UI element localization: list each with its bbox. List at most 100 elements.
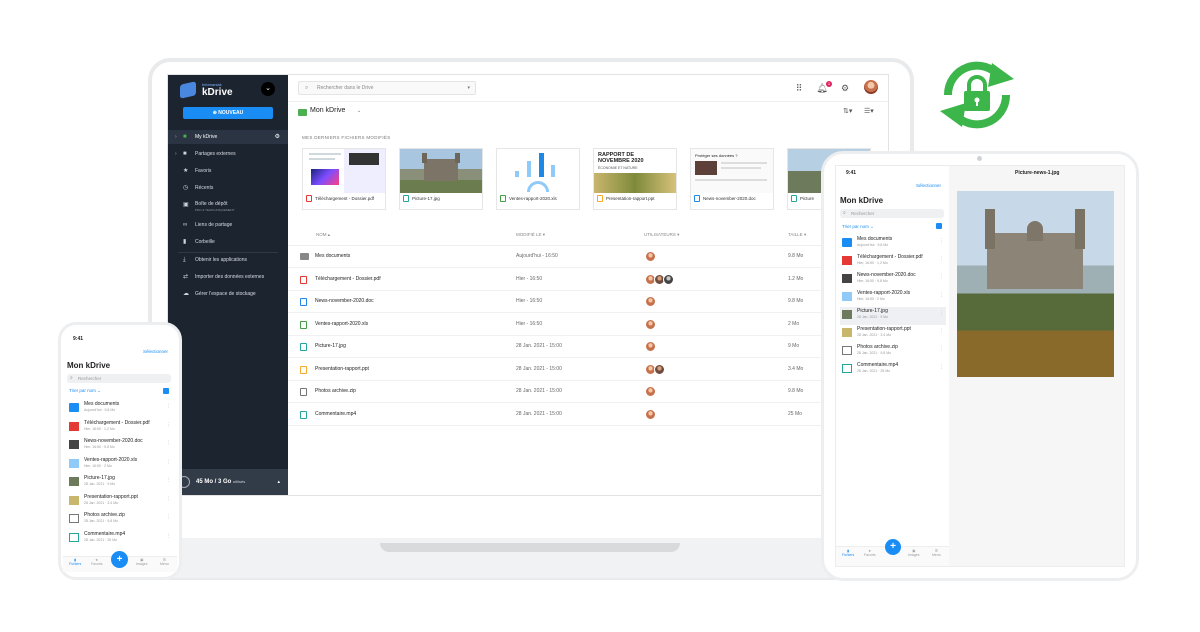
sidebar-item-dropbox[interactable]: ▣ Boîte de dépôt PRO & TEAM UNIQUEMENT (168, 198, 288, 215)
more-options-icon[interactable]: ⋮ (939, 346, 944, 352)
sidebar-item-trash[interactable]: ▮ Corbeille (168, 235, 288, 249)
list-item[interactable]: Ventes-rapport-2020.xls Hier, 16:50 · 2 M… (840, 289, 946, 307)
file-name[interactable]: Téléchargement - Dossier.pdf (315, 276, 381, 282)
grid-view-icon[interactable] (163, 388, 169, 394)
sort-icon[interactable]: ⇅▾ (843, 107, 852, 115)
search-input[interactable]: ⌕ Rechercher dans le Drive ▾ (298, 81, 476, 95)
sidebar-item-share-links[interactable]: ∞ Liens de partage (168, 218, 288, 232)
tab-files[interactable]: ▮ Fichiers (69, 558, 81, 566)
table-row[interactable]: Ventes-rapport-2020.xls Hier - 16:50 2 Mo (288, 314, 888, 336)
desktop-app: Infomaniak kDrive ⌄ ⊕ NOUVEAU › ■ My kDr… (168, 75, 888, 495)
more-options-icon[interactable]: ⋮ (939, 310, 944, 316)
table-row[interactable]: Téléchargement - Dossier.pdf Hier - 16:50… (288, 269, 888, 291)
list-item[interactable]: Téléchargement - Dossier.pdf Hier, 16:50 … (67, 419, 173, 437)
file-name[interactable]: News-november-2020.doc (315, 298, 374, 304)
column-header-size[interactable]: TAILLE ▾ (788, 232, 806, 238)
tab-files[interactable]: ▮ Fichiers (842, 549, 854, 557)
search-input[interactable]: ⌕ Rechercher (840, 209, 944, 218)
more-options-icon[interactable]: ⋮ (939, 364, 944, 370)
list-item[interactable]: Téléchargement - Dossier.pdf Hier, 16:50 … (840, 253, 946, 271)
tab-images[interactable]: ▣ Images (908, 549, 919, 557)
sidebar-item-recent[interactable]: ◷ Récents (168, 181, 288, 195)
more-options-icon[interactable]: ⋮ (166, 459, 171, 465)
search-input[interactable]: ⌕ Rechercher (67, 374, 171, 383)
photo-preview[interactable] (957, 191, 1114, 377)
sidebar-item-import[interactable]: ⇄ Importer des données externes (168, 270, 288, 284)
file-name[interactable]: Presentation-rapport.ppt (315, 366, 369, 372)
sidebar-item-get-apps[interactable]: ⤓ Obtenir les applications (168, 253, 288, 267)
sidebar-item-external-shares[interactable]: › ■ Partages externes (168, 147, 288, 161)
file-name[interactable]: Photos archive.zip (315, 388, 356, 394)
recent-card[interactable]: Protéger ses données ? News-november-202… (690, 148, 774, 210)
drive-switch-button[interactable]: ⌄ (261, 82, 275, 96)
column-header-name[interactable]: NOM ▴ (316, 232, 330, 238)
recent-card[interactable]: RAPPORT DE NOVEMBRE 2020 ÉCONOMIE ET NAT… (593, 148, 677, 210)
more-options-icon[interactable]: ⋮ (939, 238, 944, 244)
more-options-icon[interactable]: ⋮ (166, 533, 171, 539)
tab-favorites[interactable]: ★ Favoris (91, 558, 102, 566)
more-options-icon[interactable]: ⋮ (939, 328, 944, 334)
list-item[interactable]: Commentaire.mp4 28 Jan. 2021 · 25 Mo ⋮ (67, 530, 173, 548)
table-row[interactable]: Photos archive.zip 28 Jan. 2021 - 15:00 9.… (288, 381, 888, 403)
tab-favorites[interactable]: ★ Favoris (864, 549, 875, 557)
gear-icon[interactable]: ⚙ (839, 82, 851, 94)
list-item[interactable]: News-november-2020.doc Hier, 16:50 · 9,8 … (840, 271, 946, 289)
breadcrumb-title[interactable]: Mon kDrive (310, 107, 345, 114)
storage-indicator[interactable]: 45 Mo / 3 Go utilisés ▴ (168, 469, 288, 495)
recent-card[interactable]: Ventes-rapport-2020.xls (496, 148, 580, 210)
sidebar-item-my-kdrive[interactable]: › ■ My kDrive ⚙ (168, 130, 288, 144)
tab-menu[interactable]: ☰ Menu (932, 549, 941, 557)
select-button[interactable]: Sélectionner (916, 183, 941, 188)
sort-button[interactable]: Trier par nom ⌄ (842, 224, 874, 230)
select-button[interactable]: Sélectionner (143, 349, 168, 354)
sort-button[interactable]: Trier par nom ⌄ (69, 388, 101, 394)
avatar[interactable] (864, 80, 878, 94)
tab-menu[interactable]: ☰ Menu (160, 558, 169, 566)
table-row[interactable]: Picture-17.jpg 28 Jan. 2021 - 15:00 9 Mo (288, 336, 888, 358)
file-name[interactable]: Mes documents (315, 253, 350, 259)
list-item[interactable]: Mes documents Aujourd'hui · 9,8 Mo ⋮ (840, 235, 946, 253)
list-item[interactable]: Presentation-rapport.ppt 28 Jan. 2021 · 3… (840, 325, 946, 343)
table-row[interactable]: Presentation-rapport.ppt 28 Jan. 2021 - 1… (288, 359, 888, 381)
apps-grid-icon[interactable]: ⠿ (793, 82, 805, 94)
list-item[interactable]: Commentaire.mp4 28 Jan. 2021 · 25 Mo ⋮ (840, 361, 946, 379)
list-item[interactable]: Picture-17.jpg 28 Jan. 2021 · 9 Mo ⋮ (67, 474, 173, 492)
more-options-icon[interactable]: ⋮ (166, 403, 171, 409)
list-item[interactable]: Picture-17.jpg 28 Jan. 2021 · 9 Mo ⋮ (840, 307, 946, 325)
more-options-icon[interactable]: ⋮ (166, 440, 171, 446)
list-item[interactable]: Photos archive.zip 28 Jan. 2021 · 9,8 Mo ⋮ (67, 511, 173, 529)
list-view-icon[interactable]: ☰▾ (864, 107, 874, 115)
file-size: 9.8 Mo (788, 298, 804, 304)
column-header-users[interactable]: UTILISATEURS ▾ (644, 232, 679, 238)
more-options-icon[interactable]: ⋮ (166, 422, 171, 428)
table-row[interactable]: Commentaire.mp4 28 Jan. 2021 - 15:00 25 Mo (288, 404, 888, 426)
table-row[interactable]: News-november-2020.doc Hier - 16:50 9.8 Mo (288, 291, 888, 313)
add-button[interactable]: + (885, 539, 901, 555)
add-button[interactable]: + (111, 551, 128, 568)
more-options-icon[interactable]: ⋮ (939, 274, 944, 280)
recent-card[interactable]: Téléchargement - Dossier.pdf (302, 148, 386, 210)
tab-images[interactable]: ▣ Images (136, 558, 147, 566)
more-options-icon[interactable]: ⋮ (166, 514, 171, 520)
list-item[interactable]: Presentation-rapport.ppt 28 Jan. 2021 · 3… (67, 493, 173, 511)
more-options-icon[interactable]: ⋮ (939, 256, 944, 262)
list-item[interactable]: Photos archive.zip 28 Jan. 2021 · 9,8 Mo ⋮ (840, 343, 946, 361)
list-item[interactable]: Mes documents Aujourd'hui · 9,8 Mo ⋮ (67, 400, 173, 418)
file-name[interactable]: Commentaire.mp4 (315, 411, 356, 417)
grid-view-icon[interactable] (936, 223, 942, 229)
list-item[interactable]: News-november-2020.doc Hier, 16:50 · 9,8 … (67, 437, 173, 455)
sidebar-item-storage[interactable]: ☁ Gérer l'espace de stockage (168, 287, 288, 301)
more-options-icon[interactable]: ⋮ (166, 477, 171, 483)
more-options-icon[interactable]: ⋮ (166, 496, 171, 502)
more-options-icon[interactable]: ⋮ (939, 292, 944, 298)
file-name[interactable]: Ventes-rapport-2020.xls (315, 321, 368, 327)
recent-card[interactable]: Picture-17.jpg (399, 148, 483, 210)
file-name[interactable]: Picture-17.jpg (315, 343, 346, 349)
sidebar-item-favorites[interactable]: ★ Favoris (168, 164, 288, 178)
table-row[interactable]: Mes documents Aujourd'hui - 16:50 9.8 Mo (288, 246, 888, 268)
list-item[interactable]: Ventes-rapport-2020.xls Hier, 16:50 · 2 M… (67, 456, 173, 474)
column-header-modified[interactable]: MODIFIÉ LE ▾ (516, 232, 545, 238)
gear-icon[interactable]: ⚙ (275, 130, 280, 144)
new-button[interactable]: ⊕ NOUVEAU (183, 107, 273, 119)
item-name: Téléchargement - Dossier.pdf (84, 419, 150, 426)
